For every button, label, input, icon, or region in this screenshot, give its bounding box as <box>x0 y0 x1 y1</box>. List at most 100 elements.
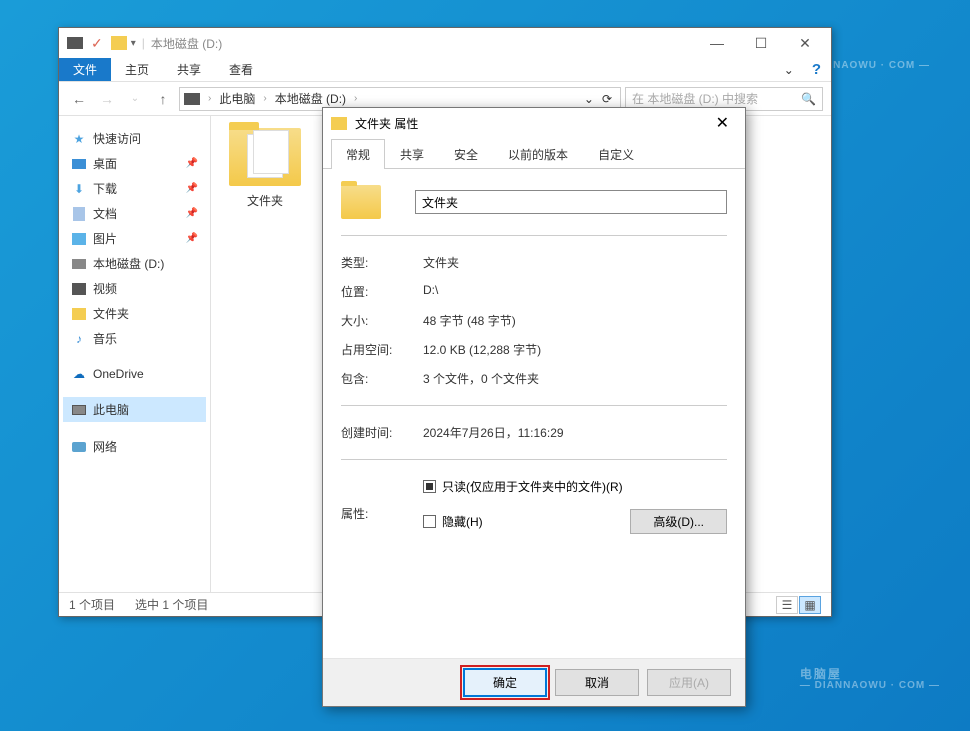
tab-customize[interactable]: 自定义 <box>583 139 649 169</box>
chevron-right-icon[interactable]: › <box>350 93 361 104</box>
drive-icon <box>184 93 200 105</box>
folder-icon <box>71 307 87 321</box>
folder-icon <box>331 117 347 130</box>
ribbon: 文件 主页 共享 查看 ⌄ ? <box>59 58 831 82</box>
ribbon-tab-home[interactable]: 主页 <box>111 57 163 82</box>
label-type: 类型: <box>341 254 423 271</box>
label-size-on-disk: 占用空间: <box>341 341 423 358</box>
sidebar-network[interactable]: 网络 <box>63 434 206 459</box>
ribbon-tab-share[interactable]: 共享 <box>163 57 215 82</box>
ok-button[interactable]: 确定 <box>463 668 547 697</box>
maximize-button[interactable]: ☐ <box>739 29 783 57</box>
sidebar-item-label: 网络 <box>93 438 117 455</box>
readonly-checkbox[interactable] <box>423 480 436 493</box>
sidebar-item-desktop[interactable]: 桌面 📌 <box>63 151 206 176</box>
sidebar-item-label: 此电脑 <box>93 401 129 418</box>
sidebar-item-folder[interactable]: 文件夹 <box>63 301 206 326</box>
sidebar-item-downloads[interactable]: ⬇ 下载 📌 <box>63 176 206 201</box>
dialog-body: 类型:文件夹 位置:D:\ 大小:48 字节 (48 字节) 占用空间:12.0… <box>323 169 745 658</box>
chevron-right-icon[interactable]: › <box>259 93 270 104</box>
label-created: 创建时间: <box>341 424 423 441</box>
ribbon-expand-icon[interactable]: ⌄ <box>776 63 802 77</box>
folder-large-icon <box>229 128 301 186</box>
drive-icon <box>71 257 87 271</box>
tab-general[interactable]: 常规 <box>331 139 385 169</box>
download-icon: ⬇ <box>71 182 87 196</box>
sidebar-onedrive[interactable]: ☁ OneDrive <box>63 363 206 385</box>
close-button[interactable]: ✕ <box>783 29 827 57</box>
status-item-count: 1 个项目 <box>69 596 115 613</box>
sidebar-item-label: 本地磁盘 (D:) <box>93 255 164 272</box>
sidebar-item-documents[interactable]: 文档📌 <box>63 201 206 226</box>
nav-recent-dropdown[interactable]: ⌄ <box>123 87 147 111</box>
ribbon-file-tab[interactable]: 文件 <box>59 58 111 81</box>
nav-forward-button[interactable]: → <box>95 87 119 111</box>
advanced-button[interactable]: 高级(D)... <box>630 509 727 534</box>
chevron-right-icon[interactable]: › <box>204 93 215 104</box>
label-size: 大小: <box>341 312 423 329</box>
pin-icon: 📌 <box>186 233 198 244</box>
cloud-icon: ☁ <box>71 367 87 381</box>
video-icon <box>71 282 87 296</box>
ribbon-tab-view[interactable]: 查看 <box>215 57 267 82</box>
sidebar-quick-access[interactable]: ★ 快速访问 <box>63 126 206 151</box>
value-size-on-disk: 12.0 KB (12,288 字节) <box>423 341 541 358</box>
title-bar: ✓ ▾ | 本地磁盘 (D:) — ☐ ✕ <box>59 28 831 58</box>
properties-dialog: 文件夹 属性 ✕ 常规 共享 安全 以前的版本 自定义 类型:文件夹 位置:D:… <box>322 107 746 707</box>
breadcrumb-dropdown-icon[interactable]: ⌄ <box>580 92 598 106</box>
document-icon <box>71 207 87 221</box>
drive-icon <box>67 37 83 49</box>
qat-check-icon[interactable]: ✓ <box>91 35 103 52</box>
divider <box>341 405 727 406</box>
hidden-checkbox[interactable] <box>423 515 436 528</box>
breadcrumb-drive[interactable]: 本地磁盘 (D:) <box>271 90 350 107</box>
label-attributes: 属性: <box>341 505 423 522</box>
qat-dropdown-icon[interactable]: ▾ <box>131 38 136 49</box>
minimize-button[interactable]: — <box>695 29 739 57</box>
sidebar-item-label: OneDrive <box>93 367 144 381</box>
nav-up-button[interactable]: ↑ <box>151 87 175 111</box>
sidebar-item-label: 视频 <box>93 280 117 297</box>
tab-security[interactable]: 安全 <box>439 139 493 169</box>
window-title: 本地磁盘 (D:) <box>151 35 222 52</box>
sidebar-item-label: 文档 <box>93 205 117 222</box>
folder-item[interactable]: 文件夹 <box>223 128 307 209</box>
apply-button[interactable]: 应用(A) <box>647 669 731 696</box>
refresh-icon[interactable]: ⟳ <box>598 92 616 106</box>
close-button[interactable]: ✕ <box>708 113 737 133</box>
sidebar-item-label: 桌面 <box>93 155 117 172</box>
sidebar-item-music[interactable]: ♪音乐 <box>63 326 206 351</box>
help-icon[interactable]: ? <box>802 61 831 78</box>
cancel-button[interactable]: 取消 <box>555 669 639 696</box>
tab-previous-versions[interactable]: 以前的版本 <box>493 139 583 169</box>
pc-icon <box>71 403 87 417</box>
star-icon: ★ <box>71 132 87 146</box>
folder-name-label: 文件夹 <box>223 192 307 209</box>
desktop-icon <box>71 157 87 171</box>
pin-icon: 📌 <box>186 158 198 169</box>
sidebar-item-drive-d[interactable]: 本地磁盘 (D:) <box>63 251 206 276</box>
label-contains: 包含: <box>341 370 423 387</box>
search-icon[interactable]: 🔍 <box>801 92 816 106</box>
view-icons-button[interactable]: ▦ <box>799 596 821 614</box>
value-type: 文件夹 <box>423 254 459 271</box>
breadcrumb-thispc[interactable]: 此电脑 <box>215 90 259 107</box>
view-details-button[interactable]: ☰ <box>776 596 798 614</box>
sidebar-item-pictures[interactable]: 图片📌 <box>63 226 206 251</box>
dialog-tabs: 常规 共享 安全 以前的版本 自定义 <box>323 138 745 169</box>
sidebar-item-label: 文件夹 <box>93 305 129 322</box>
network-icon <box>71 440 87 454</box>
nav-back-button[interactable]: ← <box>67 87 91 111</box>
watermark-text: 电脑屋 <box>800 667 842 681</box>
sidebar-thispc[interactable]: 此电脑 <box>63 397 206 422</box>
divider <box>341 235 727 236</box>
sidebar-item-label: 快速访问 <box>93 130 141 147</box>
sidebar-item-label: 下载 <box>93 180 117 197</box>
sidebar-item-label: 音乐 <box>93 330 117 347</box>
pin-icon: 📌 <box>186 183 198 194</box>
sidebar-item-videos[interactable]: 视频 <box>63 276 206 301</box>
folder-name-input[interactable] <box>415 190 727 214</box>
tab-sharing[interactable]: 共享 <box>385 139 439 169</box>
separator: | <box>142 36 145 50</box>
folder-large-icon <box>341 185 381 219</box>
